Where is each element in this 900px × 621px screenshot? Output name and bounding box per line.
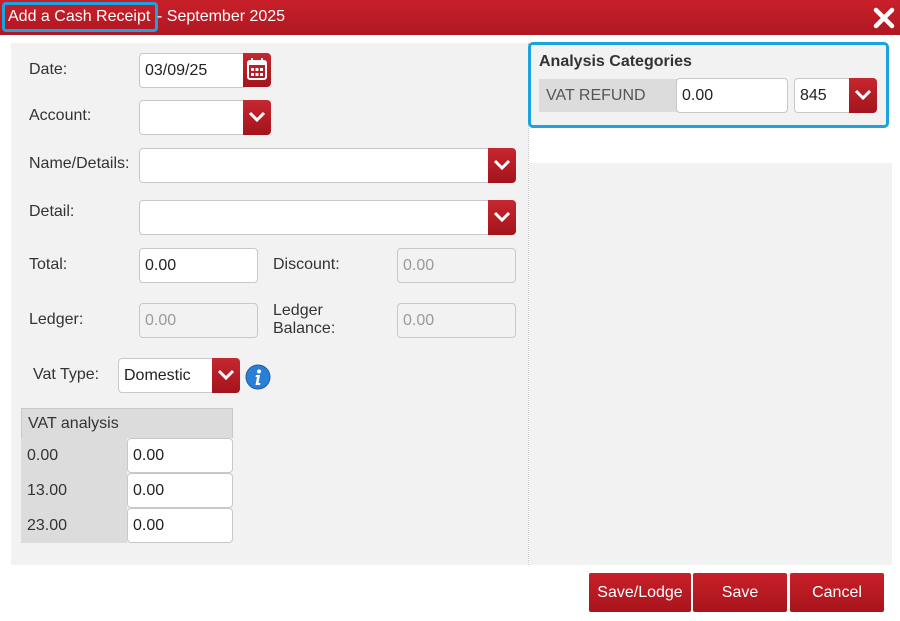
name-details-select[interactable]	[139, 148, 490, 183]
analysis-code-dropdown-button[interactable]	[849, 78, 877, 113]
vat-type-select[interactable]: Domestic	[118, 358, 214, 393]
detail-select[interactable]	[139, 200, 490, 235]
close-icon[interactable]	[872, 6, 896, 30]
vat-analysis-header: VAT analysis	[21, 408, 233, 438]
ledger-balance-label-line1: Ledger	[273, 302, 323, 319]
calendar-button[interactable]	[243, 53, 271, 87]
chevron-down-icon	[248, 111, 266, 123]
chevron-down-icon	[493, 159, 511, 171]
date-label: Date:	[29, 61, 68, 78]
vat-rate: 0.00	[27, 447, 59, 464]
chevron-down-icon	[493, 211, 511, 223]
account-dropdown-button[interactable]	[243, 100, 271, 135]
detail-label: Detail:	[29, 203, 75, 220]
total-label: Total:	[29, 256, 68, 273]
chevron-down-icon	[217, 369, 235, 381]
vat-rate: 13.00	[27, 482, 68, 499]
ledger-balance-label-line2: Balance:	[273, 320, 336, 337]
detail-dropdown-button[interactable]	[488, 200, 516, 235]
vat-amount-input[interactable]: 0.00	[127, 508, 233, 543]
ledger-input: 0.00	[139, 303, 258, 338]
date-input[interactable]: 03/09/25	[139, 53, 245, 88]
vat-amount-input[interactable]: 0.00	[127, 438, 233, 473]
chevron-down-icon	[854, 89, 872, 101]
analysis-amount-input[interactable]: 0.00	[676, 78, 788, 113]
dialog-title: Add a Cash Receipt	[8, 8, 151, 25]
account-select[interactable]	[139, 100, 245, 135]
analysis-code-select[interactable]: 845	[794, 78, 851, 113]
analysis-panel-body	[529, 163, 892, 565]
info-icon[interactable]	[245, 364, 271, 390]
vat-type-label: Vat Type:	[33, 366, 100, 383]
vat-rate: 23.00	[27, 517, 68, 534]
analysis-categories-title: Analysis Categories	[539, 53, 692, 70]
name-details-dropdown-button[interactable]	[488, 148, 516, 183]
discount-label: Discount:	[273, 256, 340, 273]
save-button[interactable]: Save	[693, 573, 787, 612]
vat-type-dropdown-button[interactable]	[212, 358, 240, 393]
analysis-category-name: VAT REFUND	[539, 79, 677, 112]
cancel-button[interactable]: Cancel	[790, 573, 884, 612]
discount-input: 0.00	[397, 248, 516, 283]
calendar-icon	[247, 58, 267, 80]
ledger-label: Ledger:	[29, 311, 84, 328]
total-input[interactable]: 0.00	[139, 248, 258, 283]
vat-amount-input[interactable]: 0.00	[127, 473, 233, 508]
name-details-label: Name/Details:	[29, 155, 130, 172]
save-lodge-button[interactable]: Save/Lodge	[589, 573, 691, 612]
dialog-titlebar: Add a Cash Receipt - September 2025	[0, 0, 900, 35]
ledger-balance-input: 0.00	[397, 303, 516, 338]
dialog-title-period: - September 2025	[157, 8, 286, 25]
account-label: Account:	[29, 107, 92, 124]
